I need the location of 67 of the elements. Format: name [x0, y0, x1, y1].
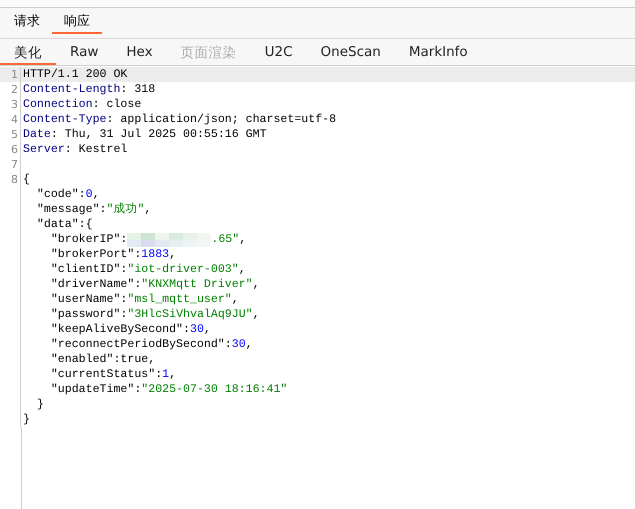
- code-token: "brokerPort":: [50, 247, 142, 262]
- line-number: 7: [11, 157, 18, 172]
- code-token: ,: [232, 292, 239, 307]
- view-tab[interactable]: MarkInfo: [408, 39, 468, 65]
- code-token: "msl_mqtt_user": [127, 292, 232, 307]
- code-token: : Kestrel: [64, 142, 128, 157]
- code-token: .65": [211, 232, 240, 247]
- line-number: 6: [11, 142, 18, 157]
- code-token: ,: [239, 232, 246, 247]
- code-token: 0: [86, 187, 93, 202]
- code-token: }: [23, 412, 30, 427]
- view-tab[interactable]: Raw: [70, 39, 98, 65]
- redaction-blur-icon: [127, 232, 212, 246]
- code-token: ,: [252, 277, 260, 292]
- view-tab[interactable]: 美化: [0, 39, 56, 65]
- code-token: "KNXMqtt Driver": [141, 277, 253, 292]
- line-number: 2: [11, 82, 18, 97]
- code-token: "message":: [36, 202, 106, 217]
- code-token: "keepAliveBySecond":: [50, 322, 190, 337]
- code-token: ,: [169, 247, 176, 262]
- view-tab[interactable]: U2C: [264, 39, 293, 65]
- view-tab[interactable]: Hex: [126, 39, 153, 65]
- code-token: HTTP/1.1 200 OK: [23, 67, 128, 82]
- view-tab[interactable]: OneScan: [320, 39, 381, 65]
- code-token: ,: [246, 337, 253, 352]
- code-token: 1: [162, 367, 170, 382]
- code-token: ,: [204, 322, 211, 337]
- code-token: "iot-driver-003": [127, 262, 239, 277]
- code-token: "3HlcSiVhvalAq9JU": [127, 307, 253, 322]
- code-token: "data":{: [36, 217, 93, 232]
- line-number: 3: [11, 97, 18, 112]
- code-token: ,: [169, 367, 176, 382]
- line-number: 4: [11, 112, 18, 127]
- line-number: 1: [11, 67, 18, 82]
- code-token: : application/json; charset=utf-8: [106, 112, 336, 127]
- code-token: "userName":: [50, 292, 128, 307]
- code-token: "updateTime":: [50, 382, 142, 397]
- code-token: "reconnectPeriodBySecond":: [50, 337, 232, 352]
- tab[interactable]: 请求: [2, 8, 52, 34]
- code-token: ,: [144, 202, 152, 217]
- code-token: "enabled":true,: [50, 352, 156, 367]
- code-token: : Thu, 31 Jul 2025 00:55:16 GMT: [50, 127, 267, 142]
- code-token: Content-Type: [23, 112, 106, 127]
- code-token: "成功": [106, 202, 144, 217]
- code-token: Content-Length: [23, 82, 120, 97]
- code-token: "clientID":: [50, 262, 128, 277]
- code-token: : 318: [120, 82, 156, 97]
- code-token: {: [23, 172, 30, 187]
- code-token: 1883: [141, 247, 170, 262]
- code-token: Date: [23, 127, 51, 142]
- code-token: Server: [23, 142, 65, 157]
- line-number: 5: [11, 127, 18, 142]
- code-token: "2025-07-30 18:16:41": [141, 382, 288, 397]
- code-token: "brokerIP":: [50, 232, 128, 247]
- code-token: Connection: [23, 97, 93, 112]
- code-token: "currentStatus":: [50, 367, 162, 382]
- code-token: "code":: [36, 187, 86, 202]
- code-token: 30: [232, 337, 246, 352]
- code-token: }: [36, 397, 44, 412]
- code-token: : close: [92, 97, 142, 112]
- code-token: "driverName":: [50, 277, 142, 292]
- code-token: ,: [92, 187, 100, 202]
- code-token: ,: [238, 262, 246, 277]
- code-token: 30: [190, 322, 204, 337]
- code-token: ,: [252, 307, 260, 322]
- code-token: "password":: [50, 307, 128, 322]
- line-number: 8: [11, 172, 18, 187]
